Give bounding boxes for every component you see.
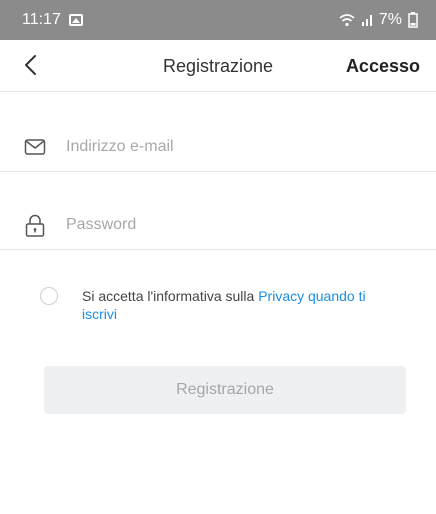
password-field-row [0,186,436,250]
password-input[interactable] [64,210,408,240]
header: Registrazione Accesso [0,40,436,92]
login-link[interactable]: Accesso [346,56,420,77]
status-left: 11:17 [22,11,83,29]
register-button[interactable]: Registrazione [44,366,406,414]
envelope-icon [24,136,46,158]
consent-text-before: Si accetta l'informativa sulla [82,288,259,304]
battery-percent: 7% [378,11,402,28]
battery-icon [408,12,418,28]
status-time: 11:17 [22,11,61,28]
email-input[interactable] [64,132,408,162]
wifi-icon [339,13,355,27]
privacy-consent-text: Si accetta l'informativa sulla Privacy q… [82,287,402,323]
privacy-consent-radio[interactable] [40,287,58,305]
image-icon [68,14,83,26]
email-field-row [0,108,436,172]
signal-icon [361,14,373,26]
status-bar: 11:17 7% [0,0,436,40]
lock-icon [24,214,46,237]
status-right: 7% [339,11,418,29]
